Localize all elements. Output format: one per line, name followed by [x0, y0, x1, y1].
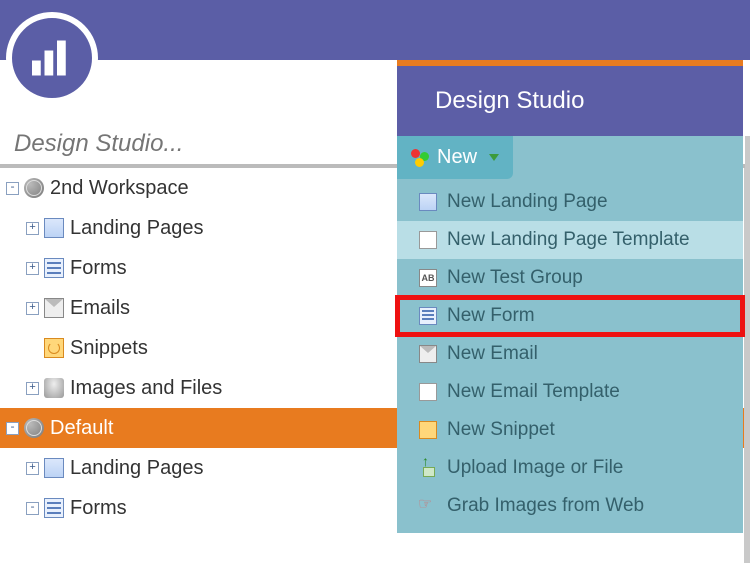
collapse-icon[interactable]: -: [6, 182, 19, 195]
menu-item-label: New Landing Page Template: [447, 229, 690, 251]
form-icon: [44, 498, 64, 518]
blank-icon: [419, 231, 437, 249]
expand-icon[interactable]: +: [26, 302, 39, 315]
page-icon: [44, 218, 64, 238]
panel-body: New New Landing Page New Landing Page Tem…: [397, 136, 743, 533]
grab-icon: [419, 497, 437, 515]
tree-node-label: Forms: [70, 257, 127, 280]
toggle-spacer: [26, 342, 39, 355]
tree-node-label: Default: [50, 417, 113, 440]
marketo-bars-icon: [27, 33, 77, 83]
app-logo[interactable]: [6, 12, 98, 104]
chevron-down-icon: [489, 154, 499, 161]
expand-icon[interactable]: +: [26, 262, 39, 275]
tree-node-label: Snippets: [70, 337, 148, 360]
menu-item-new-email[interactable]: New Email: [397, 335, 743, 373]
form-icon: [44, 258, 64, 278]
new-menu: New Landing Page New Landing Page Templat…: [397, 179, 743, 533]
globe-icon: [24, 178, 44, 198]
mail-icon: [419, 345, 437, 363]
ab-icon: AB: [419, 269, 437, 287]
menu-item-new-landing-page[interactable]: New Landing Page: [397, 183, 743, 221]
panel-title: Design Studio: [397, 66, 743, 136]
tree-node-label: 2nd Workspace: [50, 177, 189, 200]
expand-icon[interactable]: +: [26, 382, 39, 395]
tree-node-label: Landing Pages: [70, 457, 203, 480]
expand-icon[interactable]: +: [26, 462, 39, 475]
menu-item-label: Grab Images from Web: [447, 495, 644, 517]
menu-item-new-snippet[interactable]: New Snippet: [397, 411, 743, 449]
collapse-icon[interactable]: -: [6, 422, 19, 435]
menu-item-new-test-group[interactable]: AB New Test Group: [397, 259, 743, 297]
expand-icon[interactable]: +: [26, 222, 39, 235]
page-icon: [44, 458, 64, 478]
menu-item-label: Upload Image or File: [447, 457, 623, 479]
new-button-label: New: [437, 146, 477, 169]
menu-item-new-email-template[interactable]: New Email Template: [397, 373, 743, 411]
menu-item-new-form[interactable]: New Form: [397, 297, 743, 335]
snip-icon: [419, 421, 437, 439]
tree-node-label: Landing Pages: [70, 217, 203, 240]
menu-item-grab-images-from-web[interactable]: Grab Images from Web: [397, 487, 743, 525]
disk-icon: [44, 378, 64, 398]
scrollbar-track[interactable]: [745, 136, 750, 554]
menu-item-label: New Email Template: [447, 381, 620, 403]
tree-node-label: Forms: [70, 497, 127, 520]
menu-item-label: New Form: [447, 305, 535, 327]
mail-icon: [44, 298, 64, 318]
filter-input[interactable]: [14, 130, 314, 158]
new-icon: [411, 149, 429, 167]
tree-node-label: Emails: [70, 297, 130, 320]
snip-icon: [44, 338, 64, 358]
menu-item-label: New Snippet: [447, 419, 555, 441]
top-banner: [0, 0, 750, 60]
blank-icon: [419, 383, 437, 401]
menu-item-upload-image-or-file[interactable]: Upload Image or File: [397, 449, 743, 487]
menu-item-label: New Landing Page: [447, 191, 608, 213]
globe-icon: [24, 418, 44, 438]
tree-node-label: Images and Files: [70, 377, 222, 400]
new-button[interactable]: New: [397, 136, 513, 179]
design-studio-menu-panel: Design Studio New New Landing PageNew La…: [397, 60, 743, 533]
form-icon: [419, 307, 437, 325]
collapse-icon[interactable]: -: [26, 502, 39, 515]
menu-item-label: New Email: [447, 343, 538, 365]
menu-item-new-landing-page-template[interactable]: New Landing Page Template: [397, 221, 743, 259]
menu-item-label: New Test Group: [447, 267, 583, 289]
upload-icon: [419, 459, 437, 477]
page-icon: [419, 193, 437, 211]
